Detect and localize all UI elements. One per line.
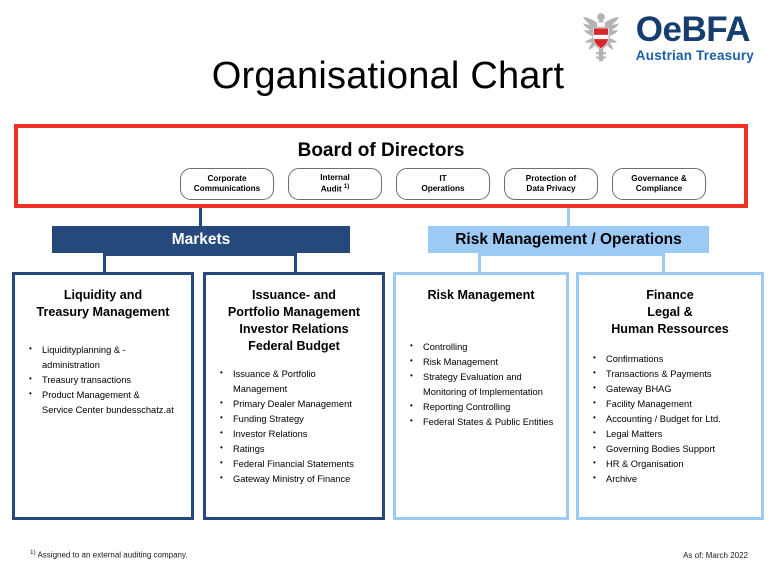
list-item: Legal Matters <box>589 427 751 442</box>
list-item: Strategy Evaluation and Monitoring of Im… <box>406 370 556 400</box>
department-risk-management[interactable]: Risk Management Controlling Risk Managem… <box>393 272 569 520</box>
board-unit-governance-compliance[interactable]: Governance & Compliance <box>612 168 706 200</box>
list-item: Primary Dealer Management <box>216 397 372 412</box>
unit-line-2: Compliance <box>635 184 683 193</box>
unit-line-2: Operations <box>421 184 465 193</box>
list-item: Treasury transactions <box>25 373 181 388</box>
board-unit-it-operations[interactable]: IT Operations <box>396 168 490 200</box>
division-label: Risk Management / Operations <box>455 230 682 248</box>
list-item: Controlling <box>406 340 556 355</box>
board-unit-data-privacy[interactable]: Protection of Data Privacy <box>504 168 598 200</box>
department-title: Liquidity and Treasury Management <box>36 288 170 319</box>
list-item: Confirmations <box>589 352 751 367</box>
footnote: 1) Assigned to an external auditing comp… <box>30 549 188 560</box>
list-item: Investor Relations <box>216 427 372 442</box>
connector-markets-to-dept2 <box>294 253 297 273</box>
department-finance-legal-hr[interactable]: Finance Legal & Human Ressources Confirm… <box>576 272 764 520</box>
connector-board-to-markets <box>199 208 202 226</box>
division-bar-risk-management-operations[interactable]: Risk Management / Operations <box>428 226 709 253</box>
unit-line-1: Protection of <box>525 173 577 183</box>
list-item: Risk Management <box>406 355 556 370</box>
unit-line-2: Data Privacy <box>526 184 576 193</box>
page-title: Organisational Chart <box>211 55 565 97</box>
list-item: Issuance & Portfolio Management <box>216 367 372 397</box>
footnote-text: Assigned to an external auditing company… <box>35 551 188 560</box>
list-item: Product Management & Service Center bund… <box>25 388 181 418</box>
list-item: Federal Financial Statements <box>216 457 372 472</box>
division-bar-markets[interactable]: Markets <box>52 226 350 253</box>
unit-line-1: Corporate <box>207 173 247 183</box>
connector-markets-horizontal <box>103 253 297 256</box>
department-issuance-portfolio-management[interactable]: Issuance- and Portfolio Management Inves… <box>203 272 385 520</box>
list-item: Transactions & Payments <box>589 367 751 382</box>
connector-risk-ops-horizontal <box>478 253 665 256</box>
list-item: Liquidityplanning & -administration <box>25 343 181 373</box>
logo-main-text: OeBFA <box>635 9 751 49</box>
list-item: Ratings <box>216 442 372 457</box>
list-item: Archive <box>589 472 751 487</box>
connector-risk-ops-to-dept4 <box>662 253 665 273</box>
department-title: Risk Management <box>427 288 535 302</box>
board-unit-corporate-communications[interactable]: Corporate Communications <box>180 168 274 200</box>
board-of-directors-box: Board of Directors Corporate Communicati… <box>14 124 748 208</box>
department-items: Issuance & Portfolio Management Primary … <box>216 367 372 487</box>
board-title: Board of Directors <box>297 140 465 161</box>
unit-line-1: Governance & <box>631 173 687 183</box>
board-units-row: Corporate Communications Internal Audit … <box>18 168 744 200</box>
unit-line-1: Internal <box>320 173 350 183</box>
list-item: Governing Bodies Support <box>589 442 751 457</box>
unit-line-2: Communications <box>193 184 261 193</box>
list-item: Federal States & Public Entities <box>406 415 556 430</box>
department-title: Finance Legal & Human Ressources <box>611 288 729 336</box>
division-label: Markets <box>171 230 231 248</box>
list-item: Accounting / Budget for Ltd. <box>589 412 751 427</box>
board-unit-internal-audit[interactable]: Internal Audit 1) <box>288 168 382 200</box>
connector-risk-ops-to-dept3 <box>478 253 481 273</box>
connector-markets-to-dept1 <box>103 253 106 273</box>
list-item: Funding Strategy <box>216 412 372 427</box>
list-item: Facility Management <box>589 397 751 412</box>
department-liquidity-treasury-management[interactable]: Liquidity and Treasury Management Liquid… <box>12 272 194 520</box>
department-title: Issuance- and Portfolio Management Inves… <box>227 288 361 353</box>
footnote-marker: 1) <box>343 183 350 190</box>
list-item: Reporting Controlling <box>406 400 556 415</box>
unit-line-1: IT <box>439 173 447 183</box>
connector-board-to-risk-ops <box>567 208 570 226</box>
list-item: Gateway Ministry of Finance <box>216 472 372 487</box>
department-items: Controlling Risk Management Strategy Eva… <box>406 340 556 430</box>
as-of-date: As of: March 2022 <box>683 551 748 560</box>
department-items: Liquidityplanning & -administration Trea… <box>25 343 181 418</box>
department-items: Confirmations Transactions & Payments Ga… <box>589 352 751 487</box>
list-item: Gateway BHAG <box>589 382 751 397</box>
list-item: HR & Organisation <box>589 457 751 472</box>
unit-line-2: Audit 1) <box>320 183 350 194</box>
